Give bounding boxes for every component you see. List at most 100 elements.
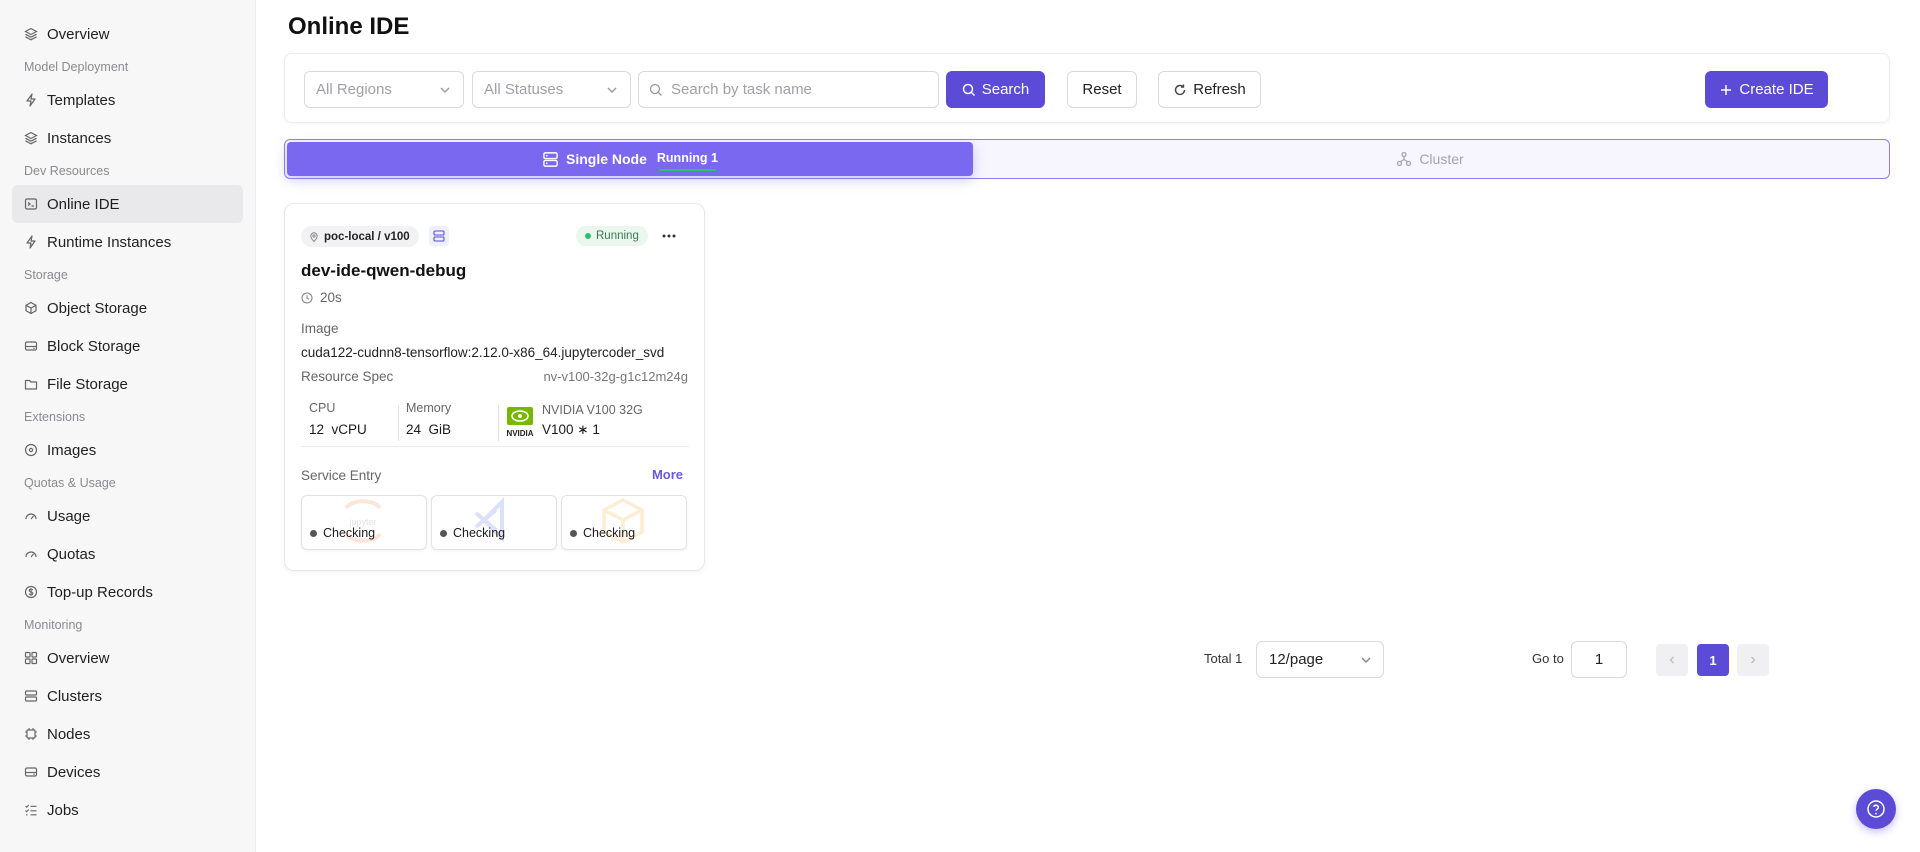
resource-spec-value: nv-v100-32g-g1c12m24g: [543, 369, 688, 384]
search-button[interactable]: Search: [946, 71, 1045, 108]
sidebar-item-jobs[interactable]: Jobs: [12, 791, 243, 829]
sidebar-item-label: Usage: [47, 507, 91, 525]
chevron-left-icon: [1669, 656, 1674, 664]
service-package-tile[interactable]: Checking: [561, 495, 687, 550]
drive-icon: [24, 765, 38, 779]
gauge-icon: [24, 509, 38, 523]
sidebar-item-block-storage[interactable]: Block Storage: [12, 327, 243, 365]
status-badge: Running: [576, 226, 648, 246]
main-content: Online IDE All Regions All Statuses Sear…: [257, 0, 1920, 852]
sidebar-item-label: Object Storage: [47, 299, 148, 317]
duration: 20s: [301, 290, 342, 305]
layers-icon: [24, 131, 38, 145]
tab-single-node[interactable]: Single Node Running 1: [287, 142, 973, 176]
gpu-count: V100 ∗ 1: [542, 422, 600, 437]
service-status: Checking: [310, 526, 375, 540]
disc-icon: [24, 443, 38, 457]
sidebar-item-images[interactable]: Images: [12, 431, 243, 469]
folder-icon: [24, 377, 38, 391]
sidebar-item-object-storage[interactable]: Object Storage: [12, 289, 243, 327]
sidebar-item-label: Templates: [47, 91, 116, 109]
sidebar-group-label: Storage: [24, 268, 68, 282]
sidebar-item-label: File Storage: [47, 375, 128, 393]
sidebar-group-label: Model Deployment: [24, 60, 129, 74]
tab-cluster-label: Cluster: [1419, 151, 1464, 167]
sidebar-item-clusters[interactable]: Clusters: [12, 677, 243, 715]
sidebar-item-file-storage[interactable]: File Storage: [12, 365, 243, 403]
divider: [498, 405, 499, 441]
sidebar-item-label: Block Storage: [47, 337, 141, 355]
status-dot: [585, 233, 591, 239]
cpu-label: CPU: [309, 401, 336, 415]
sidebar-item-label: Overview: [47, 649, 110, 667]
sidebar-item-runtime-instances[interactable]: Runtime Instances: [12, 223, 243, 261]
drive-icon: [24, 339, 38, 353]
location-pin-icon: [310, 231, 318, 242]
service-status-text: Checking: [453, 526, 506, 540]
service-status: Checking: [440, 526, 505, 540]
cpu-info: CPU 12 vCPU: [309, 401, 367, 441]
search-field: [638, 71, 939, 108]
layers-icon: [24, 27, 38, 41]
ide-name[interactable]: dev-ide-qwen-debug: [301, 261, 466, 281]
tab-single-node-label: Single Node: [565, 151, 647, 167]
gpu-model: NVIDIA V100 32G: [542, 403, 643, 417]
chevron-down-icon: [1361, 657, 1371, 663]
sidebar-item-label: Quotas: [47, 545, 96, 563]
sidebar-item-label: Overview: [47, 25, 110, 43]
ide-card[interactable]: poc-local / v100 Running dev-ide-qwen-de…: [284, 203, 705, 571]
resource-spec-label: Resource Spec: [301, 369, 394, 384]
grid-icon: [24, 651, 38, 665]
page-size-select[interactable]: 12/page: [1256, 641, 1384, 678]
sidebar-item-overview[interactable]: Overview: [12, 15, 243, 53]
search-input[interactable]: [671, 81, 921, 98]
server-icon: [433, 230, 445, 242]
region-select[interactable]: All Regions: [304, 71, 464, 108]
tab-cluster[interactable]: Cluster: [973, 142, 1887, 176]
refresh-button-label: Refresh: [1193, 81, 1246, 98]
sidebar-item-label: Runtime Instances: [47, 233, 172, 251]
divider: [398, 405, 399, 441]
help-icon: [1867, 800, 1885, 818]
next-page-button[interactable]: [1737, 644, 1769, 676]
image-value: cuda122-cudnn8-tensorflow:2.12.0-x86_64.…: [301, 345, 665, 360]
sidebar-item-instances[interactable]: Instances: [12, 119, 243, 157]
sidebar-item-monitoring-overview[interactable]: Overview: [12, 639, 243, 677]
memory-value: 24 GiB: [406, 422, 452, 437]
create-ide-button[interactable]: Create IDE: [1705, 71, 1828, 108]
refresh-button[interactable]: Refresh: [1158, 71, 1261, 108]
service-jupyter-tile[interactable]: jupyter Checking: [301, 495, 427, 550]
status-dot: [440, 529, 447, 537]
goto-label: Go to: [1532, 651, 1564, 666]
help-button[interactable]: [1856, 789, 1896, 829]
search-icon: [962, 83, 975, 96]
plus-icon: [1721, 84, 1732, 95]
sidebar-group-label: Quotas & Usage: [24, 476, 116, 490]
sidebar-item-label: Nodes: [47, 725, 91, 743]
sidebar-item-templates[interactable]: Templates: [12, 81, 243, 119]
single-node-badge: [429, 226, 449, 246]
reset-button-label: Reset: [1082, 81, 1122, 98]
status-select[interactable]: All Statuses: [472, 71, 631, 108]
prev-page-button[interactable]: [1656, 644, 1688, 676]
pagination-total: Total 1: [1204, 651, 1243, 666]
reset-button[interactable]: Reset: [1067, 71, 1137, 108]
more-actions-button[interactable]: [659, 226, 679, 246]
sidebar-item-devices[interactable]: Devices: [12, 753, 243, 791]
sidebar-group-label: Dev Resources: [24, 164, 110, 178]
filter-bar: All Regions All Statuses Search Reset Re…: [284, 53, 1890, 123]
page-1-button[interactable]: 1: [1697, 644, 1729, 676]
goto-page-input[interactable]: [1571, 641, 1627, 678]
ellipsis-icon: [662, 234, 676, 238]
sidebar-item-quotas[interactable]: Quotas: [12, 535, 243, 573]
sidebar-item-top-up-records[interactable]: Top-up Records: [12, 573, 243, 611]
sidebar-item-online-ide[interactable]: Online IDE: [12, 185, 243, 223]
sidebar-item-usage[interactable]: Usage: [12, 497, 243, 535]
more-link[interactable]: More: [652, 467, 683, 482]
sidebar-item-label: Clusters: [47, 687, 103, 705]
sidebar-item-nodes[interactable]: Nodes: [12, 715, 243, 753]
service-vscode-tile[interactable]: Checking: [431, 495, 557, 550]
location-chip: poc-local / v100: [301, 226, 419, 247]
gpu-info: NVIDIA V100 32G V100 ∗ 1: [542, 401, 643, 441]
sidebar-item-label: Images: [47, 441, 97, 459]
